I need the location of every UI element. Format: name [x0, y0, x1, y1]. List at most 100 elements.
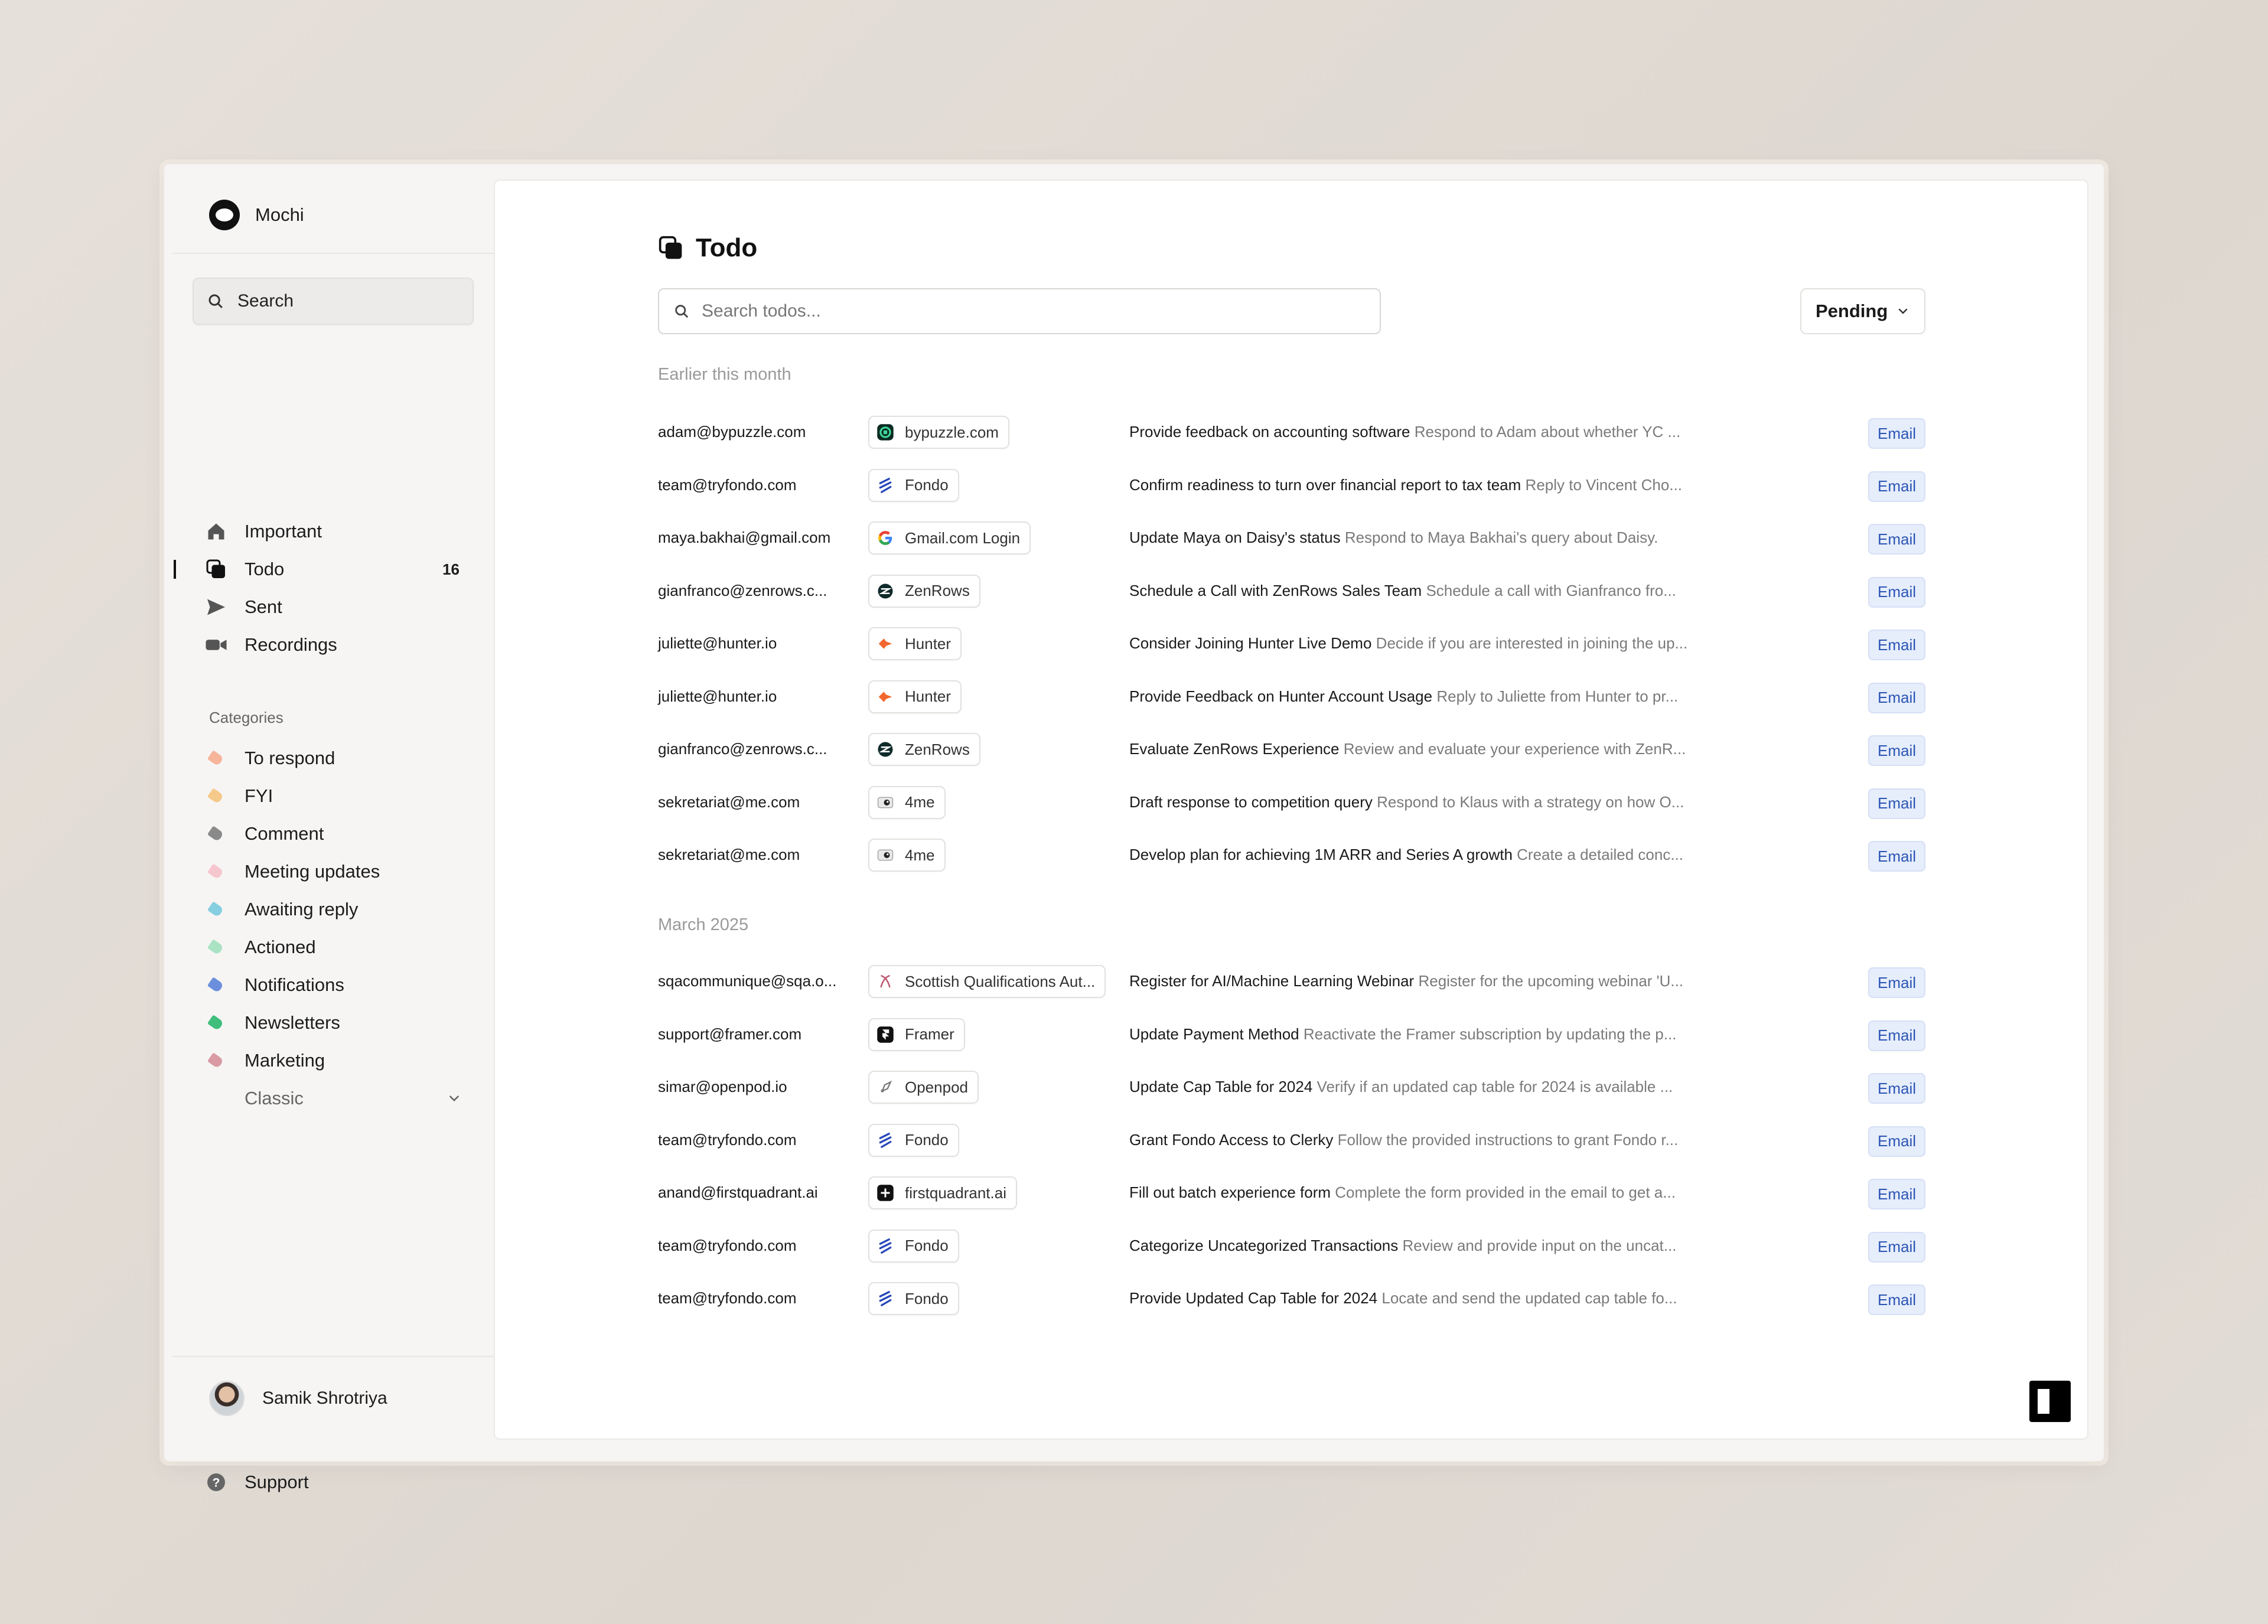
- source-chip[interactable]: Hunter: [868, 627, 962, 660]
- source-chip[interactable]: Openpod: [868, 1071, 979, 1104]
- todo-description[interactable]: Confirm readiness to turn over financial…: [1129, 476, 1682, 494]
- todo-description[interactable]: Develop plan for achieving 1M ARR and Se…: [1129, 846, 1683, 864]
- source-chip-label: bypuzzle.com: [905, 423, 999, 441]
- status-filter-dropdown[interactable]: Pending: [1800, 288, 1925, 334]
- todo-description[interactable]: Provide feedback on accounting software …: [1129, 423, 1680, 441]
- todo-row[interactable]: sekretariat@me.com 4me Draft response to c…: [658, 780, 1925, 827]
- source-chip[interactable]: Fondo: [868, 1229, 959, 1263]
- source-chip[interactable]: 4me: [868, 785, 946, 819]
- source-chip[interactable]: Fondo: [868, 1282, 959, 1315]
- category-comment[interactable]: Comment: [172, 815, 494, 853]
- source-chip[interactable]: Gmail.com Login: [868, 521, 1031, 555]
- email-badge[interactable]: Email: [1868, 1284, 1925, 1315]
- todo-description[interactable]: Schedule a Call with ZenRows Sales Team …: [1129, 582, 1676, 600]
- email-badge[interactable]: Email: [1868, 1126, 1925, 1157]
- email-badge[interactable]: Email: [1868, 1231, 1925, 1263]
- classic-toggle[interactable]: Classic: [172, 1080, 494, 1117]
- email-badge[interactable]: Email: [1868, 630, 1925, 660]
- email-badge[interactable]: Email: [1868, 1179, 1925, 1209]
- sidebar-item-sent[interactable]: Sent: [172, 588, 494, 626]
- todo-description[interactable]: Provide Updated Cap Table for 2024 Locat…: [1129, 1289, 1677, 1307]
- source-chip[interactable]: Hunter: [868, 680, 962, 713]
- todo-row[interactable]: team@tryfondo.com Fondo Categorize Uncateg…: [658, 1224, 1925, 1271]
- todo-row[interactable]: gianfranco@zenrows.c... ZenRows Schedule a…: [658, 569, 1925, 616]
- todo-row[interactable]: sekretariat@me.com 4me Develop plan for ac…: [658, 833, 1925, 880]
- category-newsletters[interactable]: Newsletters: [172, 1004, 494, 1042]
- source-chip[interactable]: bypuzzle.com: [868, 416, 1009, 449]
- source-chip[interactable]: 4me: [868, 839, 946, 872]
- email-badge[interactable]: Email: [1868, 788, 1925, 819]
- category-notifications[interactable]: Notifications: [172, 966, 494, 1004]
- email-badge[interactable]: Email: [1868, 1020, 1925, 1051]
- todo-row[interactable]: anand@firstquadrant.ai firstquadrant.ai Fi…: [658, 1170, 1925, 1218]
- source-chip[interactable]: firstquadrant.ai: [868, 1176, 1017, 1209]
- email-badge[interactable]: Email: [1868, 1073, 1925, 1104]
- todo-description[interactable]: Provide Feedback on Hunter Account Usage…: [1129, 687, 1678, 706]
- email-badge[interactable]: Email: [1868, 418, 1925, 449]
- todo-description[interactable]: Update Cap Table for 2024 Verify if an u…: [1129, 1078, 1673, 1096]
- todo-row[interactable]: team@tryfondo.com Fondo Provide Updated Ca…: [658, 1276, 1925, 1323]
- email-badge[interactable]: Email: [1868, 471, 1925, 502]
- todo-description[interactable]: Fill out batch experience form Complete …: [1129, 1183, 1676, 1202]
- email-badge[interactable]: Email: [1868, 524, 1925, 555]
- category-actioned[interactable]: Actioned: [172, 928, 494, 966]
- sidebar-search-button[interactable]: Search: [193, 278, 474, 325]
- support-button[interactable]: ? Support: [172, 1463, 494, 1501]
- home-icon: [204, 520, 228, 543]
- todo-row[interactable]: sqacommunique@sqa.o... Scottish Qualifica…: [658, 959, 1925, 1006]
- todo-search-field[interactable]: [658, 288, 1381, 334]
- brand[interactable]: Mochi: [209, 197, 304, 233]
- todo-description[interactable]: Update Payment Method Reactivate the Fra…: [1129, 1025, 1676, 1043]
- todo-row[interactable]: adam@bypuzzle.com bypuzzle.com Provide fee…: [658, 410, 1925, 457]
- sidebar-item-label: Sent: [245, 596, 282, 617]
- todo-row[interactable]: maya.bakhai@gmail.com Gmail.com Login Upda…: [658, 516, 1925, 563]
- todo-row[interactable]: support@framer.com Framer Update Payment M…: [658, 1012, 1925, 1059]
- mochi-logo-icon: [209, 200, 240, 230]
- todo-row[interactable]: team@tryfondo.com Fondo Grant Fondo Access…: [658, 1118, 1925, 1165]
- todo-sender: gianfranco@zenrows.c...: [658, 581, 827, 599]
- user-profile[interactable]: Samik Shrotriya: [209, 1380, 387, 1417]
- email-badge[interactable]: Email: [1868, 682, 1925, 713]
- todo-description[interactable]: Evaluate ZenRows Experience Review and e…: [1129, 740, 1686, 758]
- todo-row[interactable]: juliette@hunter.io Hunter Consider Joining…: [658, 621, 1925, 668]
- todo-description[interactable]: Register for AI/Machine Learning Webinar…: [1129, 972, 1683, 990]
- todo-title: Update Cap Table for 2024: [1129, 1078, 1313, 1095]
- todo-row[interactable]: gianfranco@zenrows.c... ZenRows Evaluate Z…: [658, 727, 1925, 774]
- todo-row[interactable]: team@tryfondo.com Fondo Confirm readiness …: [658, 463, 1925, 510]
- source-chip[interactable]: Framer: [868, 1018, 965, 1051]
- todo-search-input[interactable]: [702, 301, 1351, 321]
- todo-row[interactable]: simar@openpod.io Openpod Update Cap Table …: [658, 1065, 1925, 1112]
- category-to-respond[interactable]: To respond: [172, 739, 494, 777]
- todo-description[interactable]: Update Maya on Daisy's status Respond to…: [1129, 529, 1658, 547]
- source-chip[interactable]: ZenRows: [868, 733, 980, 766]
- source-chip[interactable]: ZenRows: [868, 574, 980, 608]
- category-meeting-updates[interactable]: Meeting updates: [172, 853, 494, 891]
- panel-toggle-button[interactable]: [2029, 1381, 2071, 1422]
- sidebar-item-todo[interactable]: Todo 16: [172, 550, 494, 588]
- sidebar-item-label: Todo: [245, 559, 285, 579]
- category-fyi[interactable]: FYI: [172, 777, 494, 815]
- todo-sender: maya.bakhai@gmail.com: [658, 529, 831, 546]
- todo-summary: Create a detailed conc...: [1517, 846, 1683, 863]
- todo-row[interactable]: juliette@hunter.io Hunter Provide Feedback…: [658, 674, 1925, 722]
- sqa-icon: [876, 973, 894, 990]
- todo-summary: Reactivate the Framer subscription by up…: [1303, 1025, 1677, 1043]
- email-badge[interactable]: Email: [1868, 735, 1925, 766]
- email-badge[interactable]: Email: [1868, 967, 1925, 998]
- sidebar-item-recordings[interactable]: Recordings: [172, 626, 494, 664]
- email-badge[interactable]: Email: [1868, 576, 1925, 608]
- todo-title: Draft response to competition query: [1129, 793, 1373, 811]
- sidebar-item-important[interactable]: Important: [172, 513, 494, 550]
- todo-description[interactable]: Categorize Uncategorized Transactions Re…: [1129, 1237, 1676, 1255]
- category-marketing[interactable]: Marketing: [172, 1042, 494, 1080]
- email-badge[interactable]: Email: [1868, 841, 1925, 872]
- source-chip-label: firstquadrant.ai: [905, 1183, 1006, 1202]
- category-awaiting-reply[interactable]: Awaiting reply: [172, 891, 494, 928]
- source-chip-label: 4me: [905, 846, 935, 864]
- todo-description[interactable]: Grant Fondo Access to Clerky Follow the …: [1129, 1131, 1678, 1149]
- todo-description[interactable]: Consider Joining Hunter Live Demo Decide…: [1129, 634, 1687, 653]
- todo-description[interactable]: Draft response to competition query Resp…: [1129, 793, 1684, 811]
- source-chip[interactable]: Fondo: [868, 468, 959, 502]
- source-chip[interactable]: Fondo: [868, 1123, 959, 1157]
- source-chip[interactable]: Scottish Qualifications Aut...: [868, 965, 1106, 998]
